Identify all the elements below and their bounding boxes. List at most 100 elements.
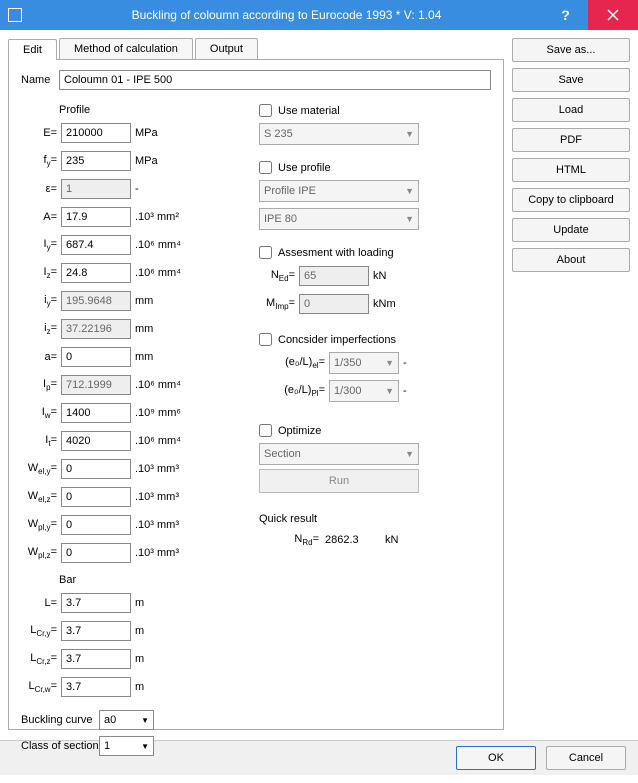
NRd-label: NRd=	[279, 533, 319, 547]
buckling-curve-select[interactable]: a0▼	[99, 710, 154, 730]
iz-label: iz=	[21, 322, 61, 336]
a-label: a=	[21, 351, 61, 363]
Lcrw-input[interactable]	[61, 677, 131, 697]
eoLel-label: (e₀/L)el=	[259, 356, 329, 370]
eoLel-select[interactable]: 1/350▼	[329, 352, 399, 374]
optimize-label: Optimize	[278, 425, 321, 437]
iy-input	[61, 291, 131, 311]
Iy-label: Iy=	[21, 238, 61, 252]
assessment-label: Assesment with loading	[278, 247, 394, 259]
copy-button[interactable]: Copy to clipboard	[512, 188, 630, 212]
fy-label: fy=	[21, 154, 61, 168]
optimize-select[interactable]: Section▼	[259, 443, 419, 465]
window-title: Buckling of coloumn according to Eurocod…	[30, 8, 543, 22]
A-input[interactable]	[61, 207, 131, 227]
chevron-down-icon: ▼	[405, 129, 414, 139]
A-label: A=	[21, 211, 61, 223]
MImp-input	[299, 294, 369, 314]
close-icon	[607, 9, 619, 21]
use-material-checkbox[interactable]	[259, 104, 272, 117]
eoLpl-label: (e₀/L)Pl=	[259, 384, 329, 398]
NRd-unit: kN	[385, 534, 398, 546]
cancel-button[interactable]: Cancel	[546, 746, 626, 770]
Ip-label: Ip=	[21, 378, 61, 392]
tabs: Edit Method of calculation Output	[8, 38, 504, 60]
Wplz-label: Wpl,z=	[21, 546, 61, 560]
Wplz-input[interactable]	[61, 543, 131, 563]
tabpane-edit: Name Profile E=MPa fy=MPa ε=- A=.10³ mm²…	[8, 60, 504, 730]
It-input[interactable]	[61, 431, 131, 451]
tab-output[interactable]: Output	[195, 38, 258, 59]
close-button[interactable]	[588, 0, 638, 30]
chevron-down-icon: ▼	[385, 386, 394, 396]
load-button[interactable]: Load	[512, 98, 630, 122]
profile-title: Profile	[59, 104, 231, 116]
material-select[interactable]: S 235▼	[259, 123, 419, 145]
Lcrz-input[interactable]	[61, 649, 131, 669]
chevron-down-icon: ▼	[141, 742, 149, 751]
Iy-input[interactable]	[61, 235, 131, 255]
chevron-down-icon: ▼	[141, 716, 149, 725]
imperfections-label: Concsider imperfections	[278, 334, 396, 346]
E-unit: MPa	[135, 127, 195, 139]
Lcrz-label: LCr,z=	[21, 652, 61, 666]
imperfections-checkbox[interactable]	[259, 333, 272, 346]
E-label: E=	[21, 127, 61, 139]
Welz-input[interactable]	[61, 487, 131, 507]
Iz-label: Iz=	[21, 266, 61, 280]
app-icon	[8, 8, 22, 22]
Iz-input[interactable]	[61, 263, 131, 283]
L-label: L=	[21, 597, 61, 609]
chevron-down-icon: ▼	[405, 449, 414, 459]
side-buttons: Save as... Save Load PDF HTML Copy to cl…	[512, 38, 630, 732]
Wply-input[interactable]	[61, 515, 131, 535]
NRd-value: 2862.3	[325, 534, 385, 546]
use-material-label: Use material	[278, 105, 340, 117]
class-of-section-label: Class of section	[21, 740, 99, 752]
Wely-label: Wel,y=	[21, 462, 61, 476]
NEd-input	[299, 266, 369, 286]
saveas-button[interactable]: Save as...	[512, 38, 630, 62]
use-profile-label: Use profile	[278, 162, 331, 174]
titlebar: Buckling of coloumn according to Eurocod…	[0, 0, 638, 30]
chevron-down-icon: ▼	[405, 214, 414, 224]
pdf-button[interactable]: PDF	[512, 128, 630, 152]
Lcry-label: LCr,y=	[21, 624, 61, 638]
Wely-input[interactable]	[61, 459, 131, 479]
eoLpl-select[interactable]: 1/300▼	[329, 380, 399, 402]
profile-type-select[interactable]: Profile IPE▼	[259, 180, 419, 202]
Lcrw-label: LCr,w=	[21, 680, 61, 694]
name-label: Name	[21, 74, 59, 86]
quick-result-title: Quick result	[259, 513, 469, 525]
tab-edit[interactable]: Edit	[8, 39, 57, 60]
chevron-down-icon: ▼	[385, 358, 394, 368]
chevron-down-icon: ▼	[405, 186, 414, 196]
fy-input[interactable]	[61, 151, 131, 171]
name-input[interactable]	[59, 70, 491, 90]
iy-label: iy=	[21, 294, 61, 308]
Lcry-input[interactable]	[61, 621, 131, 641]
save-button[interactable]: Save	[512, 68, 630, 92]
about-button[interactable]: About	[512, 248, 630, 272]
Ip-input	[61, 375, 131, 395]
It-label: It=	[21, 434, 61, 448]
E-input[interactable]	[61, 123, 131, 143]
use-profile-checkbox[interactable]	[259, 161, 272, 174]
NEd-label: NEd=	[259, 269, 299, 283]
update-button[interactable]: Update	[512, 218, 630, 242]
bar-title: Bar	[59, 574, 231, 586]
iz-input	[61, 319, 131, 339]
eps-label: ε=	[21, 183, 61, 195]
html-button[interactable]: HTML	[512, 158, 630, 182]
L-input[interactable]	[61, 593, 131, 613]
tab-method[interactable]: Method of calculation	[59, 38, 193, 59]
a-input[interactable]	[61, 347, 131, 367]
assessment-checkbox[interactable]	[259, 246, 272, 259]
Welz-label: Wel,z=	[21, 490, 61, 504]
run-button[interactable]: Run	[259, 469, 419, 493]
Iw-input[interactable]	[61, 403, 131, 423]
help-button[interactable]: ?	[543, 0, 588, 30]
profile-section-select[interactable]: IPE 80▼	[259, 208, 419, 230]
optimize-checkbox[interactable]	[259, 424, 272, 437]
class-of-section-select[interactable]: 1▼	[99, 736, 154, 756]
